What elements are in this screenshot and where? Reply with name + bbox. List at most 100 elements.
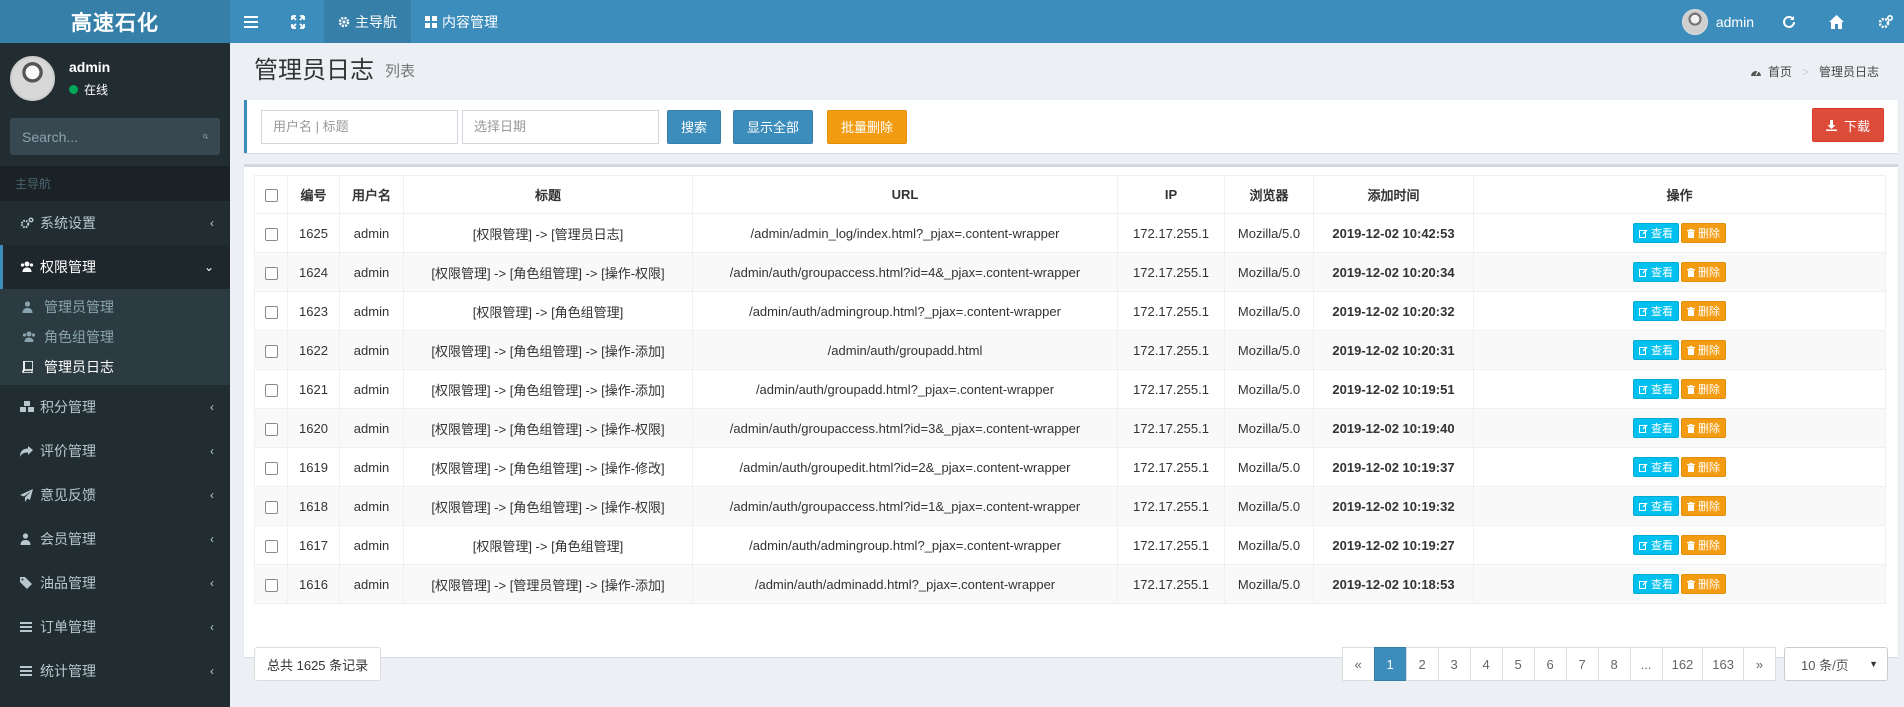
sidebar-item-auth[interactable]: 权限管理 ⌄: [0, 245, 230, 289]
view-button[interactable]: 查看: [1633, 418, 1679, 438]
page-button[interactable]: 162: [1661, 647, 1704, 681]
chevron-left-icon: ‹: [210, 216, 214, 230]
app-logo[interactable]: 高速石化: [0, 0, 230, 43]
view-button[interactable]: 查看: [1633, 262, 1679, 282]
sidebar-subitem-log[interactable]: 管理员日志: [0, 352, 230, 382]
page-button[interactable]: 4: [1469, 647, 1503, 681]
sidebar-search-input[interactable]: [22, 128, 203, 145]
delete-button[interactable]: 删除: [1681, 496, 1726, 516]
tab-main-nav[interactable]: 主导航: [324, 0, 411, 43]
row-checkbox[interactable]: [264, 422, 278, 436]
date-input[interactable]: [462, 109, 659, 144]
page-button[interactable]: 2: [1405, 647, 1439, 681]
trash-icon: [1687, 228, 1695, 238]
delete-button[interactable]: 删除: [1681, 457, 1726, 477]
row-checkbox[interactable]: [264, 227, 278, 241]
sidebar-item-points[interactable]: 积分管理 ‹: [0, 385, 230, 429]
sidebar-item-stats[interactable]: 统计管理 ‹: [0, 649, 230, 693]
sidebar-item-fuel[interactable]: 油品管理 ‹: [0, 561, 230, 605]
page-button[interactable]: «: [1341, 647, 1375, 681]
view-button[interactable]: 查看: [1633, 574, 1679, 594]
row-checkbox[interactable]: [264, 305, 278, 319]
download-button[interactable]: 下载: [1811, 108, 1884, 142]
view-button[interactable]: 查看: [1633, 535, 1679, 555]
refresh-button[interactable]: [1768, 0, 1815, 43]
page-button[interactable]: »: [1743, 647, 1776, 681]
row-checkbox[interactable]: [264, 266, 278, 280]
sidebar-item-order[interactable]: 订单管理 ‹: [0, 605, 230, 649]
delete-button[interactable]: 删除: [1681, 262, 1726, 282]
sidebar-item-label: 系统设置: [40, 215, 96, 231]
content-wrapper: 管理员日志 列表 首页 > 管理员日志 搜索 显示全部 批量删除 下载 编号 用…: [230, 43, 1904, 707]
sidebar-item-member[interactable]: 会员管理 ‹: [0, 517, 230, 561]
page-button[interactable]: 6: [1533, 647, 1567, 681]
page-button[interactable]: 8: [1597, 647, 1631, 681]
cell-id: 1625: [287, 213, 340, 253]
search-button[interactable]: 搜索: [667, 109, 722, 144]
row-checkbox[interactable]: [264, 344, 278, 358]
tab-content-mgmt[interactable]: 内容管理: [411, 0, 512, 43]
view-button[interactable]: 查看: [1633, 223, 1679, 243]
home-button[interactable]: [1815, 0, 1863, 43]
breadcrumb: 首页 > 管理员日志: [1750, 63, 1879, 80]
cubes-icon: [20, 401, 34, 412]
page-button[interactable]: 163: [1702, 647, 1744, 681]
page-button[interactable]: 1: [1373, 647, 1407, 681]
row-checkbox[interactable]: [264, 500, 278, 514]
sidebar-item-review[interactable]: 评价管理 ‹: [0, 429, 230, 473]
edit-icon: [1639, 541, 1648, 550]
user-menu-name: admin: [1715, 13, 1754, 30]
delete-button[interactable]: 删除: [1681, 574, 1726, 594]
cell-ops: 查看 删除: [1473, 213, 1886, 253]
user-menu[interactable]: admin: [1668, 0, 1768, 43]
settings-button[interactable]: [1863, 0, 1904, 43]
view-button[interactable]: 查看: [1633, 457, 1679, 477]
breadcrumb-home[interactable]: 首页: [1768, 63, 1792, 80]
select-all-checkbox[interactable]: [264, 189, 278, 203]
row-checkbox[interactable]: [264, 383, 278, 397]
cell-browser: Mozilla/5.0: [1224, 408, 1314, 448]
sidebar-item-feedback[interactable]: 意见反馈 ‹: [0, 473, 230, 517]
page-button[interactable]: 5: [1501, 647, 1535, 681]
edit-icon: [1639, 307, 1648, 316]
cell-user: admin: [339, 486, 404, 526]
batch-delete-button[interactable]: 批量删除: [827, 109, 908, 144]
sidebar-item-system[interactable]: 系统设置 ‹: [0, 201, 230, 245]
row-checkbox[interactable]: [264, 539, 278, 553]
cell-time: 2019-12-02 10:42:53: [1313, 213, 1474, 253]
delete-button[interactable]: 删除: [1681, 418, 1726, 438]
search-icon[interactable]: [203, 130, 208, 143]
sidebar-subitem-admin[interactable]: 管理员管理: [0, 292, 230, 322]
page-button[interactable]: 3: [1437, 647, 1471, 681]
row-checkbox[interactable]: [264, 578, 278, 592]
view-button[interactable]: 查看: [1633, 301, 1679, 321]
cell-id: 1619: [287, 447, 340, 487]
delete-button[interactable]: 删除: [1681, 535, 1726, 555]
view-button[interactable]: 查看: [1633, 496, 1679, 516]
header-id[interactable]: 编号: [287, 175, 340, 214]
edit-icon: [1639, 502, 1648, 511]
page-button[interactable]: ...: [1629, 647, 1663, 681]
cell-ip: 172.17.255.1: [1117, 213, 1225, 253]
delete-button[interactable]: 删除: [1681, 223, 1726, 243]
per-page-select[interactable]: 10 条/页 ▼: [1784, 647, 1888, 681]
search-input[interactable]: [261, 109, 458, 144]
show-all-button[interactable]: 显示全部: [733, 109, 814, 144]
view-button[interactable]: 查看: [1633, 340, 1679, 360]
header-browser: 浏览器: [1224, 175, 1314, 214]
cell-ops: 查看 删除: [1473, 447, 1886, 487]
chevron-left-icon: ‹: [210, 488, 214, 502]
sidebar-subitem-group[interactable]: 角色组管理: [0, 322, 230, 352]
header-time: 添加时间: [1313, 175, 1474, 214]
table-row: 1621 admin [权限管理] -> [角色组管理] -> [操作-添加]/ad…: [254, 369, 1886, 409]
cell-user: admin: [339, 369, 404, 409]
row-checkbox[interactable]: [264, 461, 278, 475]
delete-button[interactable]: 删除: [1681, 379, 1726, 399]
fullscreen-button[interactable]: [277, 0, 324, 43]
cogs-icon: [20, 217, 34, 229]
page-button[interactable]: 7: [1565, 647, 1599, 681]
delete-button[interactable]: 删除: [1681, 301, 1726, 321]
sidebar-toggle-button[interactable]: [230, 0, 277, 43]
view-button[interactable]: 查看: [1633, 379, 1679, 399]
delete-button[interactable]: 删除: [1681, 340, 1726, 360]
